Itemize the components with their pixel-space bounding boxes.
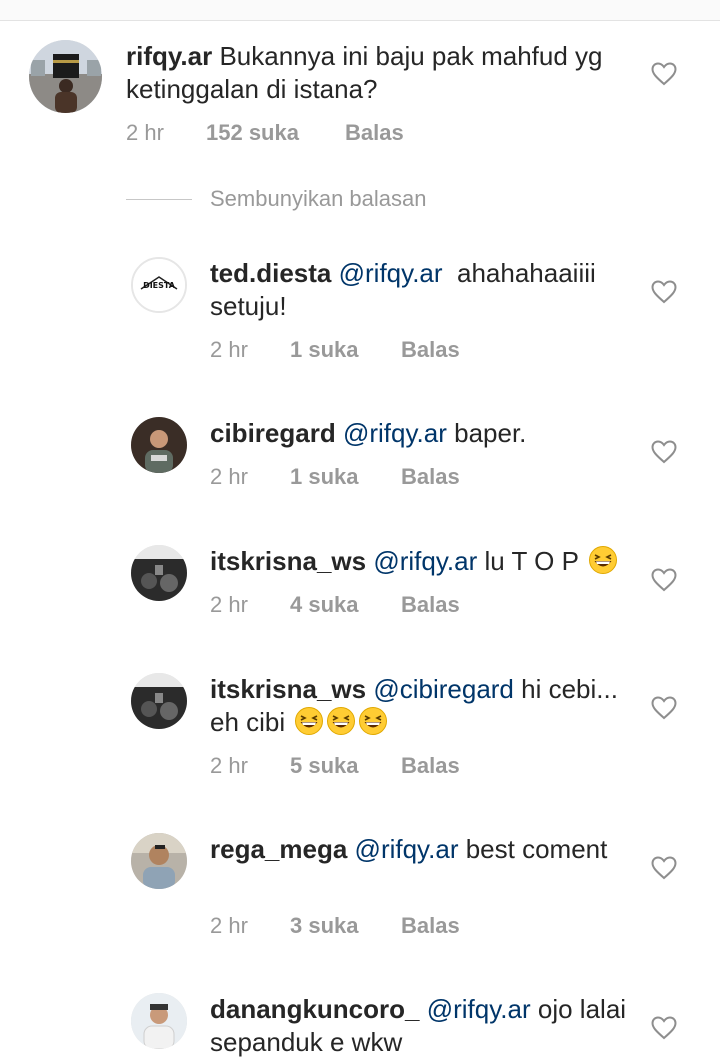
avatar[interactable] bbox=[131, 417, 187, 473]
avatar[interactable] bbox=[131, 673, 187, 729]
top-bar-edge bbox=[0, 0, 720, 21]
comment-body: best coment bbox=[458, 834, 608, 864]
comment-text: danangkuncoro_ @rifqy.ar ojo lalai sepan… bbox=[210, 993, 640, 1059]
like-count[interactable]: 3 suka bbox=[290, 913, 401, 939]
comment-body: lu T O P bbox=[477, 546, 579, 576]
heart-outline-icon[interactable] bbox=[651, 856, 677, 880]
comment-meta: 2 hr 5 suka Balas bbox=[210, 753, 460, 779]
heart-outline-icon[interactable] bbox=[651, 696, 677, 720]
grinning-squinting-face-icon bbox=[295, 707, 324, 735]
mention-link[interactable]: @rifqy.ar bbox=[355, 834, 459, 864]
grinning-squinting-face-icon bbox=[588, 546, 617, 574]
reply-button[interactable]: Balas bbox=[401, 913, 460, 939]
timestamp: 2 hr bbox=[210, 913, 248, 938]
avatar[interactable] bbox=[29, 40, 102, 113]
hide-replies-label: Sembunyikan balasan bbox=[210, 186, 427, 211]
timestamp: 2 hr bbox=[210, 337, 248, 362]
comment-body: baper. bbox=[446, 418, 527, 448]
avatar[interactable] bbox=[131, 993, 187, 1049]
like-count[interactable]: 1 suka bbox=[290, 337, 401, 363]
divider bbox=[126, 199, 192, 200]
username[interactable]: danangkuncoro_ bbox=[210, 994, 419, 1024]
comment-text: itskrisna_ws @rifqy.ar lu T O P bbox=[210, 545, 640, 578]
grinning-squinting-face-icon bbox=[359, 707, 388, 735]
like-count[interactable]: 1 suka bbox=[290, 464, 401, 490]
timestamp: 2 hr bbox=[210, 592, 248, 617]
comment-text: cibiregard @rifqy.ar baper. bbox=[210, 417, 640, 450]
heart-outline-icon[interactable] bbox=[651, 1016, 677, 1040]
mention-link[interactable]: @cibiregard bbox=[373, 674, 514, 704]
avatar[interactable] bbox=[131, 545, 187, 601]
comment-meta: 2 hr 1 suka Balas bbox=[210, 337, 460, 363]
reply-button[interactable]: Balas bbox=[345, 120, 404, 146]
avatar-logo-text: DIESTA bbox=[143, 281, 176, 290]
comment-text: rifqy.ar Bukannya ini baju pak mahfud yg… bbox=[126, 40, 636, 106]
heart-outline-icon[interactable] bbox=[651, 280, 677, 304]
heart-outline-icon[interactable] bbox=[651, 62, 677, 86]
like-count[interactable]: 5 suka bbox=[290, 753, 401, 779]
comment-meta: 2 hr 3 suka Balas bbox=[210, 913, 460, 939]
reply-button[interactable]: Balas bbox=[401, 592, 460, 618]
comment-meta: 2 hr 1 suka Balas bbox=[210, 464, 460, 490]
mention-link[interactable]: @rifqy.ar bbox=[343, 418, 447, 448]
comment-meta: 2 hr 152 suka Balas bbox=[126, 120, 404, 146]
like-count[interactable]: 4 suka bbox=[290, 592, 401, 618]
username[interactable]: rifqy.ar bbox=[126, 41, 212, 71]
avatar[interactable]: DIESTA bbox=[131, 257, 187, 313]
username[interactable]: cibiregard bbox=[210, 418, 336, 448]
timestamp: 2 hr bbox=[210, 753, 248, 778]
comment-meta: 2 hr 4 suka Balas bbox=[210, 592, 460, 618]
like-count[interactable]: 152 suka bbox=[206, 120, 345, 146]
timestamp: 2 hr bbox=[126, 120, 164, 145]
username[interactable]: ted.diesta bbox=[210, 258, 331, 288]
comment-text: itskrisna_ws @cibiregard hi cebi... eh c… bbox=[210, 673, 640, 739]
reply-button[interactable]: Balas bbox=[401, 753, 460, 779]
heart-outline-icon[interactable] bbox=[651, 568, 677, 592]
mention-link[interactable]: @rifqy.ar bbox=[339, 258, 443, 288]
username[interactable]: rega_mega bbox=[210, 834, 347, 864]
mention-link[interactable]: @rifqy.ar bbox=[373, 546, 477, 576]
comment-text: rega_mega @rifqy.ar best coment bbox=[210, 833, 640, 866]
avatar[interactable] bbox=[131, 833, 187, 889]
comment-text: ted.diesta @rifqy.ar ahahahaaiiii setuju… bbox=[210, 257, 640, 323]
username[interactable]: itskrisna_ws bbox=[210, 674, 366, 704]
grinning-squinting-face-icon bbox=[327, 707, 356, 735]
reply-button[interactable]: Balas bbox=[401, 337, 460, 363]
heart-outline-icon[interactable] bbox=[651, 440, 677, 464]
mention-link[interactable]: @rifqy.ar bbox=[427, 994, 531, 1024]
timestamp: 2 hr bbox=[210, 464, 248, 489]
reply-button[interactable]: Balas bbox=[401, 464, 460, 490]
username[interactable]: itskrisna_ws bbox=[210, 546, 366, 576]
